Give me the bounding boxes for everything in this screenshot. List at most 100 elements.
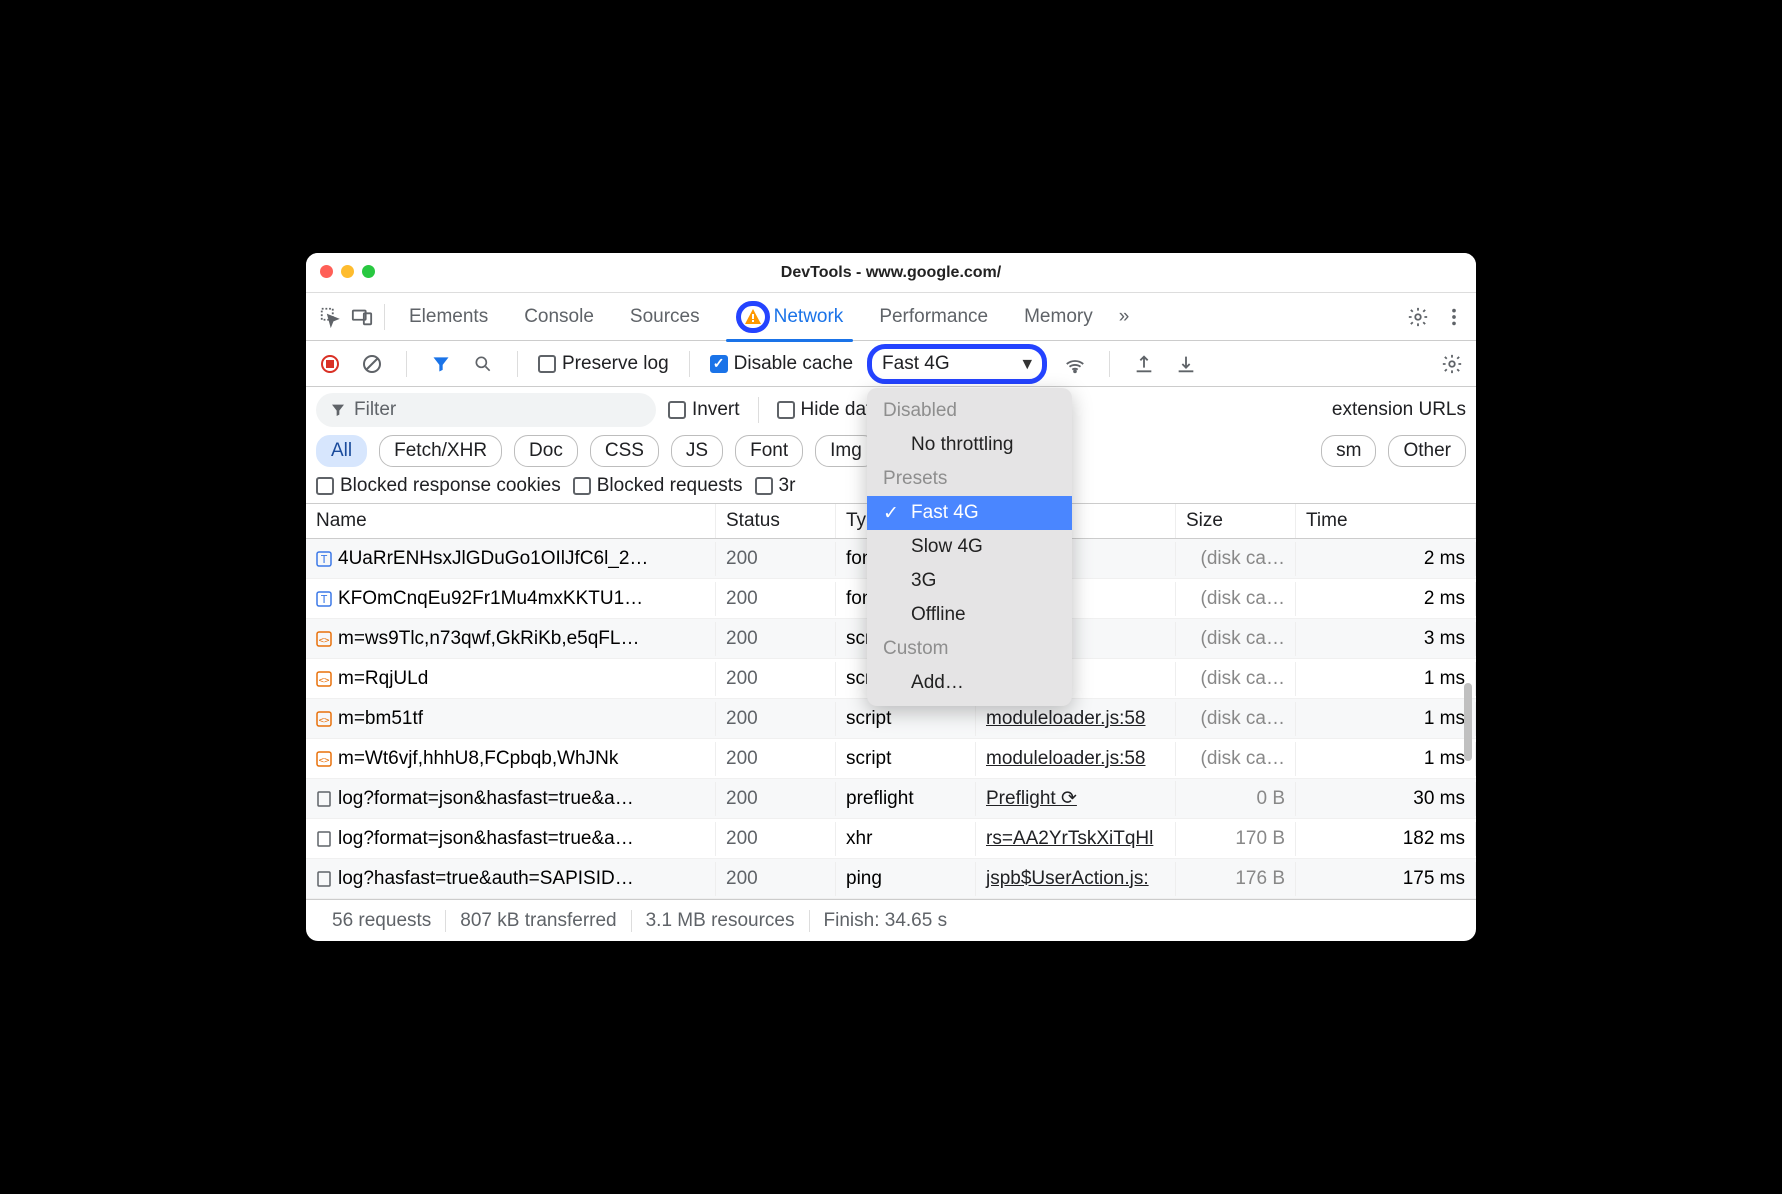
third-party-checkbox[interactable]: 3r bbox=[755, 475, 796, 497]
separator bbox=[517, 351, 518, 377]
cell-initiator[interactable]: moduleloader.js:58 bbox=[976, 702, 1176, 736]
dropdown-item-fast-4g[interactable]: Fast 4G bbox=[867, 496, 1072, 530]
filter-input[interactable]: Filter bbox=[316, 393, 656, 427]
third-party-label: 3r bbox=[779, 475, 796, 497]
chip-all[interactable]: All bbox=[316, 435, 367, 467]
clear-button[interactable] bbox=[358, 350, 386, 378]
cell-time: 30 ms bbox=[1296, 782, 1476, 816]
network-conditions-icon[interactable] bbox=[1061, 350, 1089, 378]
table-row[interactable]: <>m=Wt6vjf,hhhU8,FCpbqb,WhJNk200scriptmo… bbox=[306, 739, 1476, 779]
file-type-icon bbox=[316, 831, 332, 847]
cell-initiator[interactable]: jspb$UserAction.js: bbox=[976, 862, 1176, 896]
warning-highlight bbox=[736, 301, 770, 333]
cell-size: (disk ca… bbox=[1176, 702, 1296, 736]
column-time[interactable]: Time bbox=[1296, 504, 1476, 538]
blocked-response-cookies-checkbox[interactable]: Blocked response cookies bbox=[316, 475, 561, 497]
inspect-element-icon[interactable] bbox=[314, 301, 346, 333]
cell-size: (disk ca… bbox=[1176, 742, 1296, 776]
tab-memory[interactable]: Memory bbox=[1006, 293, 1111, 341]
column-status[interactable]: Status bbox=[716, 504, 836, 538]
filter-toggle-icon[interactable] bbox=[427, 350, 455, 378]
request-name: log?format=json&hasfast=true&a… bbox=[338, 828, 634, 850]
tab-sources[interactable]: Sources bbox=[612, 293, 718, 341]
dropdown-item-slow-4g[interactable]: Slow 4G bbox=[867, 530, 1072, 564]
file-type-icon: T bbox=[316, 551, 332, 567]
chip-other[interactable]: Other bbox=[1388, 435, 1466, 467]
chip-wasm[interactable]: sm bbox=[1321, 435, 1376, 467]
more-tabs-button[interactable]: » bbox=[1111, 293, 1138, 341]
cell-size: (disk ca… bbox=[1176, 622, 1296, 656]
cell-size: 170 B bbox=[1176, 822, 1296, 856]
minimize-window-button[interactable] bbox=[341, 265, 354, 278]
cell-name: <>m=bm51tf bbox=[306, 702, 716, 736]
separator bbox=[384, 304, 385, 330]
dropdown-item-no-throttling[interactable]: No throttling bbox=[867, 428, 1072, 462]
chip-js[interactable]: JS bbox=[671, 435, 723, 467]
tab-console[interactable]: Console bbox=[506, 293, 612, 341]
chip-font[interactable]: Font bbox=[735, 435, 803, 467]
dropdown-item-offline[interactable]: Offline bbox=[867, 598, 1072, 632]
throttling-select[interactable]: Fast 4G ▾ bbox=[867, 344, 1047, 384]
record-button[interactable] bbox=[316, 350, 344, 378]
table-row[interactable]: log?format=json&hasfast=true&a…200prefli… bbox=[306, 779, 1476, 819]
settings-icon[interactable] bbox=[1404, 303, 1432, 331]
upload-har-icon[interactable] bbox=[1130, 350, 1158, 378]
tab-network-label: Network bbox=[774, 306, 844, 328]
cell-initiator[interactable]: moduleloader.js:58 bbox=[976, 742, 1176, 776]
download-har-icon[interactable] bbox=[1172, 350, 1200, 378]
extension-urls-label: extension URLs bbox=[1332, 399, 1466, 421]
checkbox-icon bbox=[668, 401, 686, 419]
request-name: log?hasfast=true&auth=SAPISID… bbox=[338, 868, 634, 890]
checkbox-icon bbox=[316, 477, 334, 495]
separator bbox=[689, 351, 690, 377]
window-title: DevTools - www.google.com/ bbox=[781, 264, 1001, 282]
kebab-menu-icon[interactable] bbox=[1440, 303, 1468, 331]
network-settings-icon[interactable] bbox=[1438, 350, 1466, 378]
tab-network[interactable]: Network bbox=[718, 293, 862, 341]
statusbar: 56 requests 807 kB transferred 3.1 MB re… bbox=[306, 899, 1476, 941]
zoom-window-button[interactable] bbox=[362, 265, 375, 278]
close-window-button[interactable] bbox=[320, 265, 333, 278]
blocked-requests-checkbox[interactable]: Blocked requests bbox=[573, 475, 743, 497]
cell-initiator[interactable]: rs=AA2YrTskXiTqHl bbox=[976, 822, 1176, 856]
cell-name: log?hasfast=true&auth=SAPISID… bbox=[306, 862, 716, 896]
search-icon[interactable] bbox=[469, 350, 497, 378]
cell-status: 200 bbox=[716, 542, 836, 576]
scrollbar-thumb[interactable] bbox=[1464, 683, 1472, 761]
disable-cache-checkbox[interactable]: Disable cache bbox=[710, 353, 853, 375]
column-name[interactable]: Name bbox=[306, 504, 716, 538]
invert-label: Invert bbox=[692, 399, 740, 421]
throttling-dropdown: Disabled No throttling Presets Fast 4G S… bbox=[867, 388, 1072, 706]
cell-status: 200 bbox=[716, 702, 836, 736]
device-toolbar-icon[interactable] bbox=[346, 301, 378, 333]
table-row[interactable]: log?hasfast=true&auth=SAPISID…200pingjsp… bbox=[306, 859, 1476, 899]
tab-performance[interactable]: Performance bbox=[861, 293, 1006, 341]
preserve-log-checkbox[interactable]: Preserve log bbox=[538, 353, 669, 375]
cell-name: TKFOmCnqEu92Fr1Mu4mxKKTU1… bbox=[306, 582, 716, 616]
network-toolbar: Preserve log Disable cache Fast 4G ▾ Dis… bbox=[306, 341, 1476, 387]
chip-doc[interactable]: Doc bbox=[514, 435, 578, 467]
request-name: m=ws9Tlc,n73qwf,GkRiKb,e5qFL… bbox=[338, 628, 639, 650]
file-type-icon: <> bbox=[316, 711, 332, 727]
invert-checkbox[interactable]: Invert bbox=[668, 399, 740, 421]
dropdown-item-3g[interactable]: 3G bbox=[867, 564, 1072, 598]
cell-type: xhr bbox=[836, 822, 976, 856]
tab-elements[interactable]: Elements bbox=[391, 293, 506, 341]
throttling-selected-label: Fast 4G bbox=[882, 353, 950, 375]
cell-initiator[interactable]: Preflight ⟳ bbox=[976, 781, 1176, 816]
column-size[interactable]: Size bbox=[1176, 504, 1296, 538]
cell-size: (disk ca… bbox=[1176, 662, 1296, 696]
request-name: m=Wt6vjf,hhhU8,FCpbqb,WhJNk bbox=[338, 748, 618, 770]
dropdown-item-add[interactable]: Add… bbox=[867, 666, 1072, 700]
cell-status: 200 bbox=[716, 782, 836, 816]
chip-css[interactable]: CSS bbox=[590, 435, 659, 467]
table-row[interactable]: log?format=json&hasfast=true&a…200xhrrs=… bbox=[306, 819, 1476, 859]
svg-text:<>: <> bbox=[319, 756, 330, 766]
cell-type: ping bbox=[836, 862, 976, 896]
status-transferred: 807 kB transferred bbox=[446, 910, 631, 932]
checkbox-icon bbox=[755, 477, 773, 495]
chip-fetch-xhr[interactable]: Fetch/XHR bbox=[379, 435, 502, 467]
file-type-icon: <> bbox=[316, 751, 332, 767]
cell-size: 176 B bbox=[1176, 862, 1296, 896]
cell-time: 175 ms bbox=[1296, 862, 1476, 896]
